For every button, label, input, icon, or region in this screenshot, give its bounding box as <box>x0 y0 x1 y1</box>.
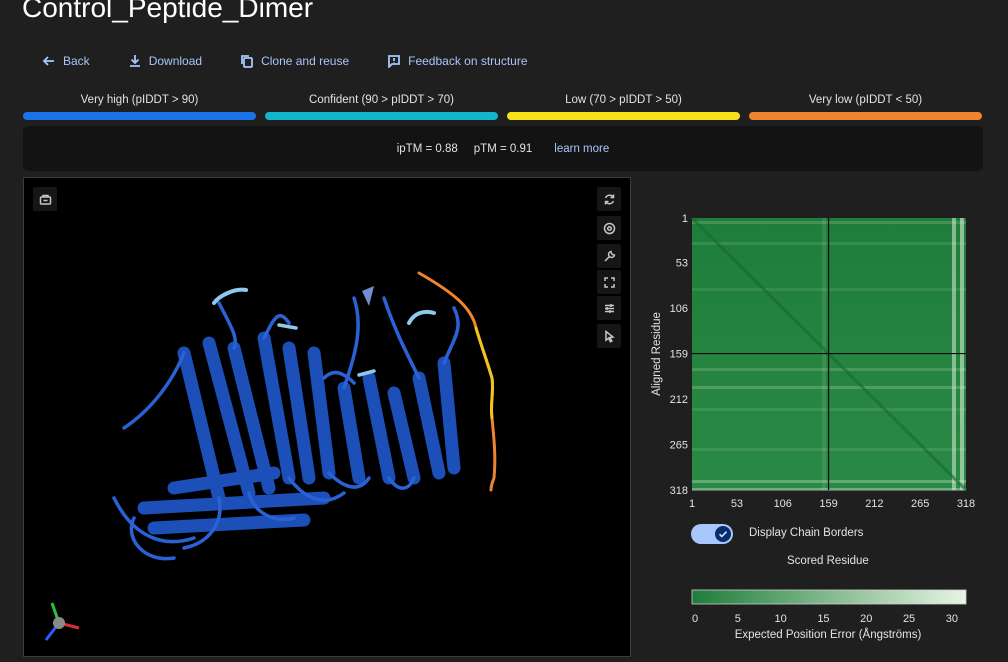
legend-bar <box>749 112 982 120</box>
protein-structure <box>44 271 497 641</box>
y-tick-label: 318 <box>670 485 688 497</box>
x-tick-label: 212 <box>865 498 883 510</box>
x-axis-label: Scored Residue <box>787 555 869 567</box>
legend-bar <box>507 112 740 120</box>
pae-heatmap-chart: 1 53 106 159 212 265 318 1 53 106 159 212 265 318 Al… <box>651 213 975 510</box>
back-button[interactable]: Back <box>42 54 90 68</box>
y-axis-ticks: 1 53 106 159 212 265 318 <box>670 213 688 497</box>
download-button[interactable]: Download <box>128 54 202 68</box>
legend-confident: Confident (90 > pIDDT > 70) <box>265 92 498 120</box>
x-tick-label: 318 <box>957 498 975 510</box>
x-tick-label: 53 <box>731 498 743 510</box>
x-tick-label: 159 <box>819 498 837 510</box>
page-title: Control_Peptide_Dimer <box>22 0 314 23</box>
x-tick-label: 1 <box>689 498 695 510</box>
check-icon <box>718 531 728 538</box>
clone-button[interactable]: Clone and reuse <box>240 54 349 68</box>
chain-borders-toggle[interactable] <box>691 524 733 544</box>
y-tick-label: 1 <box>682 213 688 225</box>
confidence-metrics: ipTM = 0.88 pTM = 0.91 learn more <box>23 126 983 171</box>
back-label: Back <box>63 54 90 68</box>
chain-borders-label: Display Chain Borders <box>749 527 864 539</box>
toggle-knob <box>715 526 731 542</box>
plddt-legend: Very high (pIDDT > 90) Confident (90 > p… <box>23 92 983 120</box>
x-tick-label: 265 <box>911 498 929 510</box>
x-tick-label: 106 <box>774 498 792 510</box>
feedback-icon <box>388 55 401 68</box>
page: Control_Peptide_Dimer Back Download Clon… <box>0 0 1008 662</box>
colorbar-tick-label: 25 <box>903 613 915 625</box>
learn-more-link[interactable]: learn more <box>554 143 609 155</box>
legend-label: Confident (90 > pIDDT > 70) <box>309 94 454 106</box>
y-tick-label: 265 <box>670 440 688 452</box>
colorbar-tick-label: 5 <box>735 613 741 625</box>
download-icon <box>129 55 140 67</box>
y-tick-label: 53 <box>676 258 688 270</box>
y-axis-label: Aligned Residue <box>651 312 663 396</box>
legend-bar <box>265 112 498 120</box>
y-tick-label: 159 <box>670 349 688 361</box>
copy-icon <box>241 55 253 68</box>
legend-low: Low (70 > pIDDT > 50) <box>507 92 740 120</box>
colorbar-tick-label: 0 <box>692 613 698 625</box>
colorbar-ticks: 0 5 10 15 20 25 30 <box>692 613 958 625</box>
legend-bar <box>23 112 256 120</box>
legend-label: Low (70 > pIDDT > 50) <box>565 94 682 106</box>
feedback-label: Feedback on structure <box>408 54 528 68</box>
colorbar-label: Expected Position Error (Ångströms) <box>735 628 922 641</box>
axes-gizmo <box>44 602 80 641</box>
structure-viewer[interactable] <box>23 177 631 657</box>
legend-label: Very low (pIDDT < 50) <box>808 94 923 106</box>
arrow-left-icon <box>42 56 54 66</box>
download-label: Download <box>148 54 203 68</box>
colorbar-tick-label: 15 <box>817 613 829 625</box>
iptm-value: ipTM = 0.88 <box>396 142 458 155</box>
colorbar-gradient <box>691 589 967 605</box>
feedback-button[interactable]: Feedback on structure <box>387 54 528 68</box>
colorbar-tick-label: 30 <box>946 613 958 625</box>
y-tick-label: 212 <box>670 394 688 406</box>
pae-colorbar: 0 5 10 15 20 25 30 Expected Position Error (Ån… <box>691 589 967 641</box>
ptm-value: pTM = 0.91 <box>473 142 533 155</box>
colorbar-tick-label: 20 <box>860 613 872 625</box>
x-axis-ticks: 1 53 106 159 212 265 318 <box>689 498 975 510</box>
legend-very-low: Very low (pIDDT < 50) <box>749 92 982 120</box>
action-bar: Back Download Clone and reuse Feedback o… <box>42 52 566 70</box>
clone-label: Clone and reuse <box>261 54 350 68</box>
legend-very-high: Very high (pIDDT > 90) <box>23 92 256 120</box>
colorbar-tick-label: 10 <box>775 613 787 625</box>
legend-label: Very high (pIDDT > 90) <box>80 94 199 106</box>
y-tick-label: 106 <box>670 303 688 315</box>
